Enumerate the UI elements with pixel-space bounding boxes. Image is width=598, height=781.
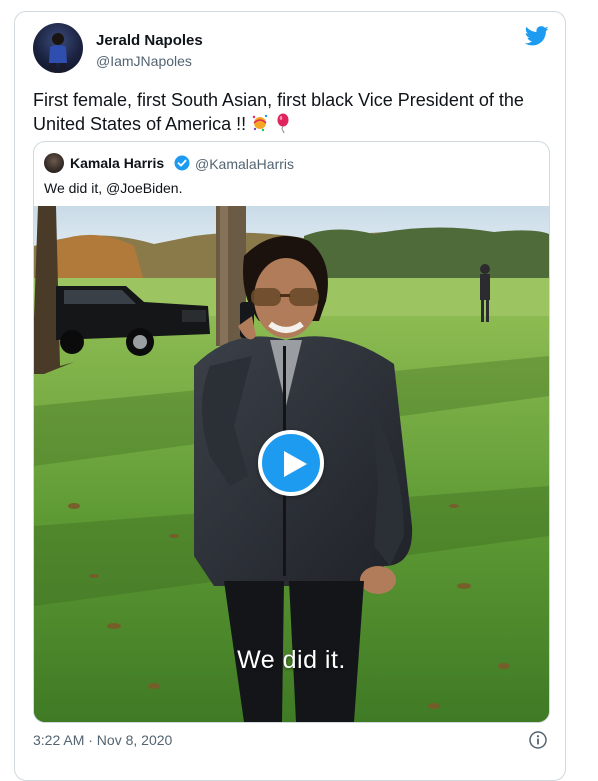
info-icon[interactable] (529, 731, 547, 749)
quoted-tweet-text: We did it, @JoeBiden. (44, 180, 183, 196)
tweet-card[interactable]: Jerald Napoles @IamJNapoles First female… (14, 11, 566, 781)
quoted-tweet[interactable]: Kamala Harris @KamalaHarris We did it, @… (33, 141, 550, 723)
balloon-emoji (277, 113, 289, 133)
play-icon (284, 451, 307, 477)
video-player[interactable]: We did it. (34, 206, 549, 722)
tweet-timestamp[interactable]: 3:22 AM · Nov 8, 2020 (33, 732, 172, 748)
author-handle[interactable]: @IamJNapoles (96, 53, 192, 69)
play-button[interactable] (258, 430, 324, 496)
quoted-author-handle[interactable]: @KamalaHarris (195, 156, 294, 172)
tweet-text: First female, first South Asian, first b… (33, 88, 553, 136)
quoted-author-name[interactable]: Kamala Harris (70, 155, 164, 171)
author-avatar[interactable] (33, 23, 83, 73)
confetti-ball-emoji (252, 114, 268, 132)
verified-badge-icon (174, 155, 190, 171)
author-name[interactable]: Jerald Napoles (96, 32, 203, 49)
twitter-bird-icon[interactable] (525, 26, 549, 46)
video-caption: We did it. (237, 646, 346, 674)
quoted-author-avatar[interactable] (44, 153, 64, 173)
